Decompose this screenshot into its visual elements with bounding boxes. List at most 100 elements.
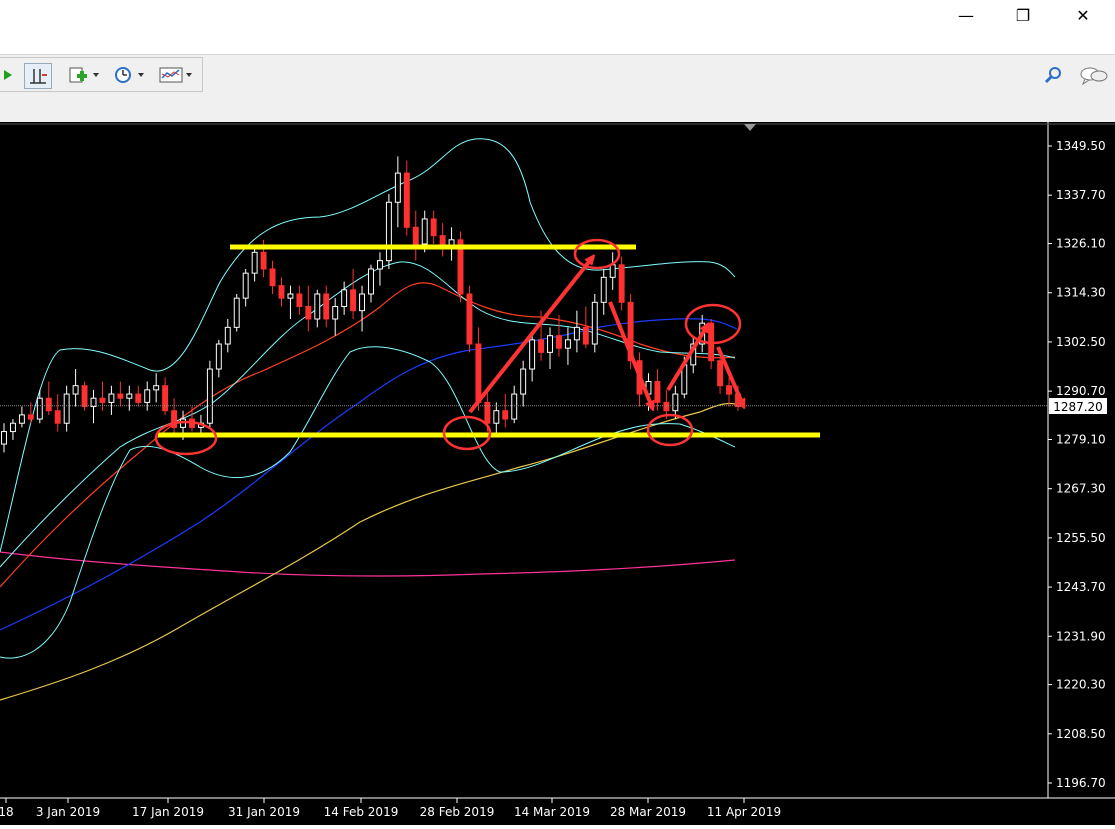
candle — [556, 314, 562, 357]
candle-body-bull — [9, 422, 16, 433]
window-restore-button[interactable]: ❐ — [1000, 0, 1046, 30]
candle — [394, 156, 401, 228]
candle-body-bear — [726, 385, 733, 395]
date-axis-label: 31 Jan 2019 — [228, 805, 300, 819]
candle-body-bull — [287, 293, 294, 299]
play-green-icon[interactable] — [0, 63, 16, 87]
candle — [385, 193, 392, 269]
candle — [224, 319, 231, 353]
candle — [439, 223, 446, 257]
candle-body-bear — [717, 360, 724, 387]
search-icon[interactable] — [1042, 63, 1064, 87]
window-minimize-button[interactable]: — — [943, 0, 989, 30]
candle-body-bear — [269, 268, 276, 287]
ma-slow-line — [0, 402, 736, 701]
add-indicator-icon[interactable] — [66, 63, 102, 87]
current-price-label: 1287.20 — [1053, 400, 1103, 414]
candle-body-bear — [81, 385, 88, 408]
arrow-up-1[interactable] — [468, 258, 592, 414]
candle — [1, 423, 7, 453]
candle-body-bull — [314, 293, 321, 320]
chart-shift-marker-icon — [744, 124, 756, 131]
candle — [108, 385, 115, 415]
candle — [314, 289, 321, 328]
candle — [153, 373, 160, 403]
price-axis-label: 1302.50 — [1056, 335, 1106, 349]
candle-body-bull — [493, 410, 500, 424]
candle-body-bull — [385, 201, 392, 262]
candle-body-bull — [341, 289, 348, 308]
candle-body-bull — [18, 414, 25, 424]
candle — [9, 419, 16, 440]
candle-body-bear — [556, 335, 562, 349]
candle — [269, 260, 276, 294]
arrow-up-2[interactable] — [666, 326, 707, 392]
date-axis-label: 17 Jan 2019 — [132, 805, 204, 819]
candle-body-bull — [547, 335, 553, 353]
candle — [135, 385, 142, 407]
candle — [215, 339, 222, 378]
candle — [63, 385, 70, 432]
window-close-button[interactable]: ✕ — [1060, 0, 1106, 30]
candle — [45, 381, 52, 415]
candle-body-bull — [251, 251, 258, 274]
candle-body-bull — [368, 268, 374, 295]
price-axis-label: 1220.30 — [1056, 678, 1106, 692]
candle-body-bear — [538, 339, 545, 353]
candle-body-bear — [582, 326, 589, 345]
candle — [582, 306, 589, 349]
annotation-circle-1[interactable] — [154, 420, 218, 456]
chart-template-icon[interactable] — [156, 63, 196, 87]
candle — [600, 268, 607, 315]
date-axis: 18 3 Jan 2019 17 Jan 2019 31 Jan 2019 14 Feb… — [0, 798, 781, 819]
candle — [511, 385, 518, 424]
candle — [341, 281, 348, 315]
candle — [99, 381, 106, 411]
candle — [376, 252, 383, 286]
candle — [618, 256, 625, 311]
candle-body-bull — [72, 385, 79, 395]
candle-body-bull — [421, 218, 428, 245]
candle-body-bear — [54, 410, 61, 424]
chat-icon[interactable] — [1078, 63, 1110, 87]
candle-body-bear — [99, 397, 106, 403]
candle-body-bull — [206, 368, 213, 424]
price-axis-label: 1290.70 — [1056, 384, 1106, 398]
price-axis-label: 1243.70 — [1056, 580, 1106, 594]
candle-body-bull — [600, 276, 607, 303]
window-titlebar: — ❐ ✕ — [0, 0, 1115, 30]
candle-body-bear — [484, 401, 491, 424]
candle-body-bear — [260, 251, 267, 270]
candle — [466, 285, 473, 353]
candle — [81, 381, 88, 411]
candle — [457, 231, 464, 303]
candle — [189, 406, 195, 432]
candle — [368, 264, 374, 303]
price-axis-label: 1314.30 — [1056, 286, 1106, 300]
candle — [547, 327, 553, 370]
candle-body-bull — [1, 431, 7, 445]
candle-body-bear — [27, 414, 34, 420]
candle — [359, 285, 366, 332]
candle-body-bear — [654, 381, 661, 403]
date-axis-label: 3 Jan 2019 — [36, 805, 100, 819]
candle — [520, 360, 527, 407]
candle-body-bull — [224, 326, 231, 345]
candle-body-bear — [430, 218, 437, 237]
mdi-bar: ‗ ❐ ✕ — [0, 30, 1115, 82]
chart-window[interactable]: 1349.50 1337.70 1326.10 1314.30 1302.50 1290.… — [0, 122, 1115, 825]
candle-body-bull — [672, 393, 679, 412]
candle-body-bull — [144, 389, 151, 403]
candle — [430, 210, 437, 244]
candle — [403, 160, 410, 236]
candle — [591, 293, 598, 353]
price-chart[interactable]: 1349.50 1337.70 1326.10 1314.30 1302.50 1290.… — [0, 122, 1115, 825]
date-axis-label: 18 — [0, 805, 14, 819]
annotation-circle-4[interactable] — [646, 413, 694, 447]
candle — [162, 377, 169, 415]
candle-body-bull — [520, 368, 527, 395]
clock-icon[interactable] — [110, 63, 148, 87]
crosshair-icon[interactable] — [24, 63, 52, 89]
price-axis-label: 1337.70 — [1056, 188, 1106, 202]
candle-body-bull — [529, 339, 536, 370]
